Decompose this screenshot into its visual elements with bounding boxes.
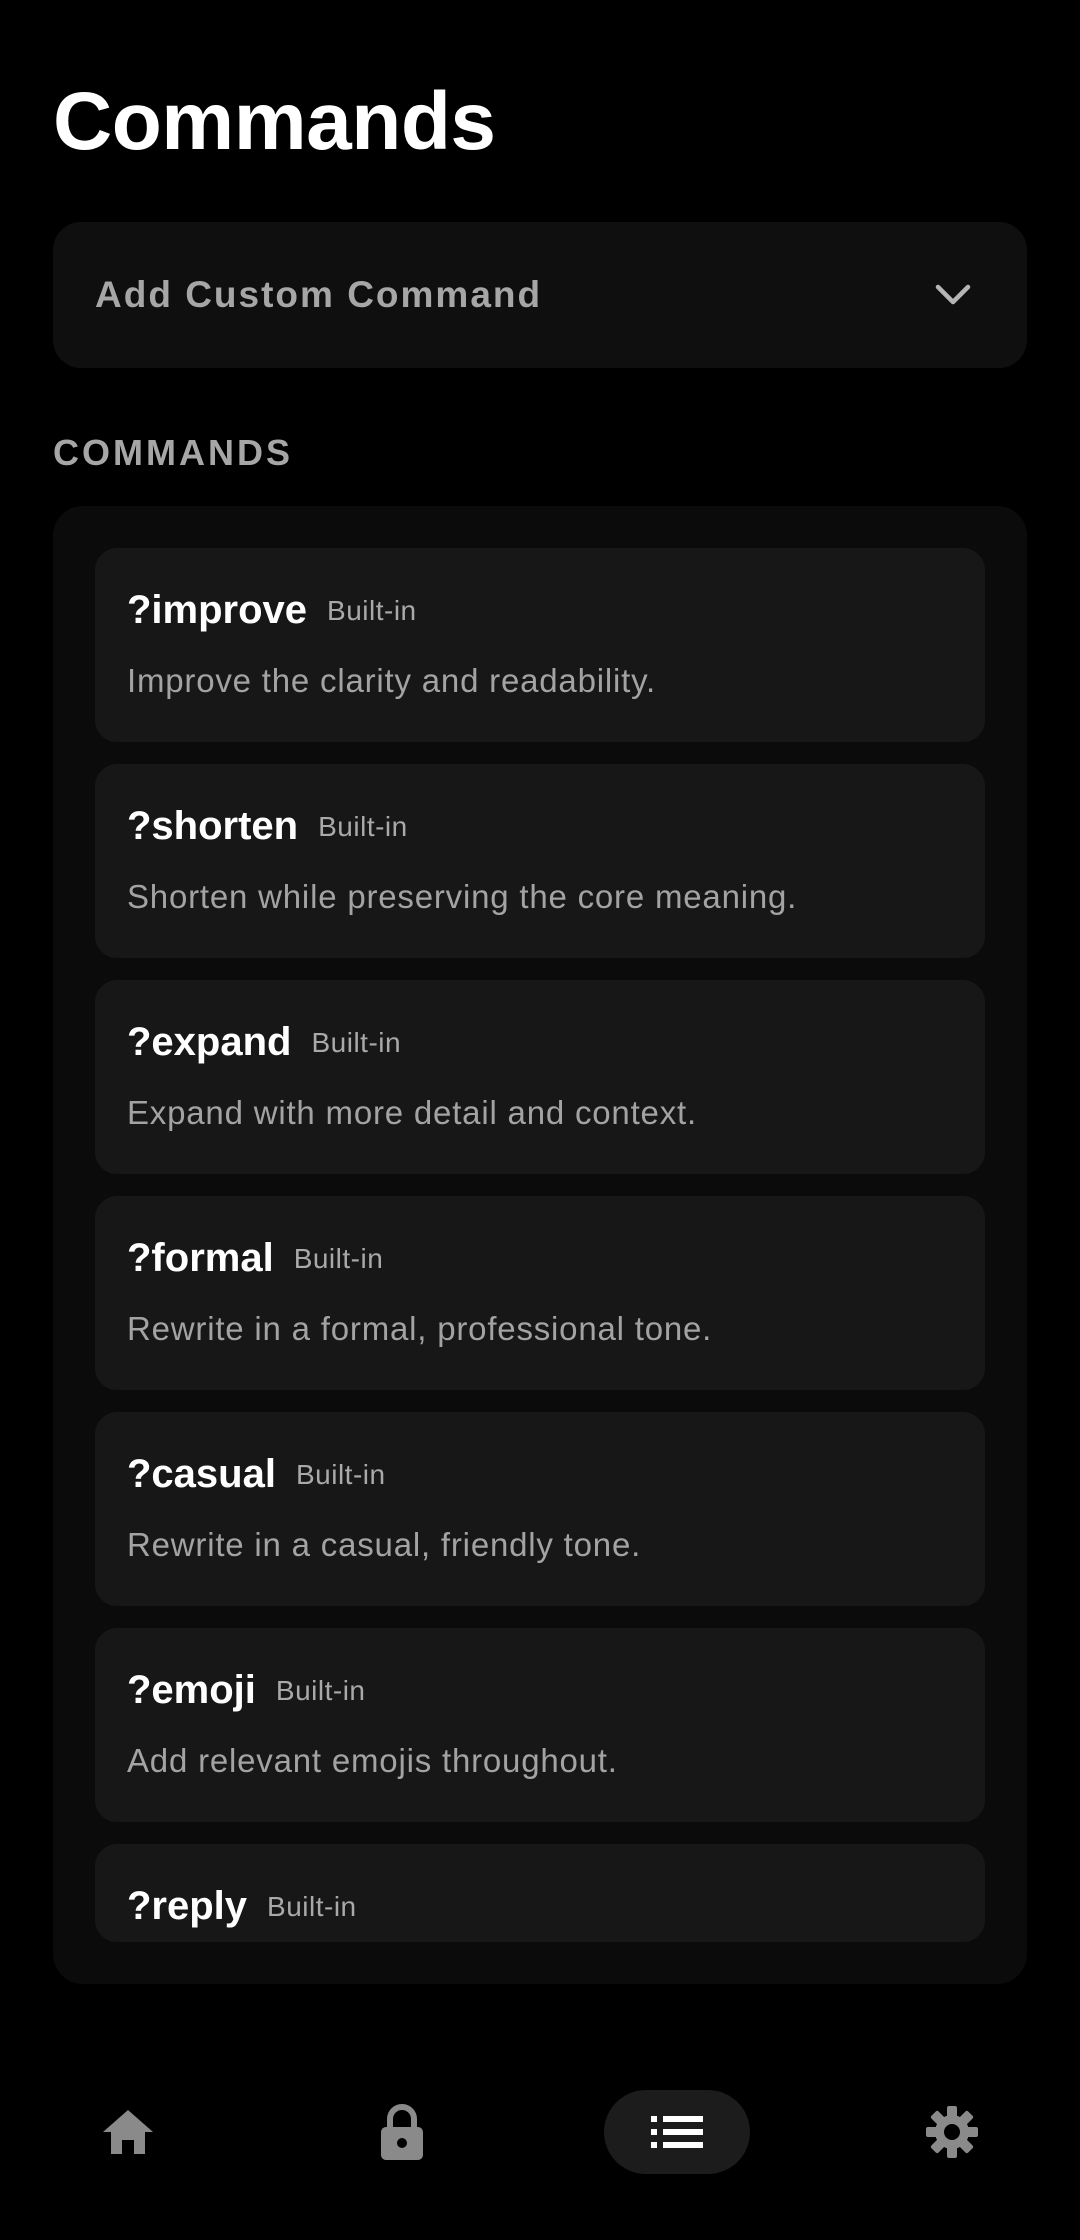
command-title: ?improve Built-in [127,584,417,637]
command-title: ?shorten Built-in [127,800,408,853]
add-custom-command-label: Add Custom Command [95,274,543,315]
built-in-badge: Built-in [275,1675,366,1706]
lock-icon [381,2104,423,2160]
chevron-down-icon [933,275,973,315]
command-card-emoji[interactable]: ?emoji Built-in Add relevant emojis throu… [95,1628,985,1822]
command-description: Expand with more detail and context. [127,1094,697,1131]
built-in-badge: Built-in [267,1891,357,1922]
command-card-formal[interactable]: ?formal Built-in Rewrite in a formal, pro… [95,1196,985,1390]
gear-icon [926,2106,978,2158]
built-in-badge: Built-in [295,1459,386,1490]
command-title: ?reply Built-in [127,1880,357,1933]
command-name: ?improve [127,588,308,632]
command-card-expand[interactable]: ?expand Built-in Expand with more detail … [95,980,985,1174]
command-name: ?emoji [127,1668,256,1712]
command-description: Rewrite in a casual, friendly tone. [127,1526,642,1563]
command-description: Improve the clarity and readability. [127,662,656,699]
command-card-casual[interactable]: ?casual Built-in Rewrite in a casual, fri… [95,1412,985,1606]
command-title: ?formal Built-in [127,1232,383,1285]
command-title: ?emoji Built-in [127,1664,366,1717]
built-in-badge: Built-in [318,811,408,842]
nav-settings-button[interactable] [896,2090,1008,2174]
nav-home-button[interactable] [72,2090,184,2174]
command-description: Add relevant emojis throughout. [127,1742,618,1779]
page-title: Commands [53,76,496,167]
command-name: ?shorten [127,804,299,848]
command-name: ?expand [127,1020,292,1064]
commands-section-header: COMMANDS [53,432,293,473]
add-custom-command-dropdown[interactable]: Add Custom Command [53,222,1027,368]
commands-list: ?improve Built-in Improve the clarity and… [53,506,1027,1984]
command-card-improve[interactable]: ?improve Built-in Improve the clarity and… [95,548,985,742]
command-description: Shorten while preserving the core meanin… [127,878,798,915]
home-icon [103,2110,153,2154]
built-in-badge: Built-in [311,1027,402,1058]
command-description: Rewrite in a formal, professional tone. [127,1310,713,1347]
command-title: ?expand Built-in [127,1016,401,1069]
list-icon [651,2116,703,2148]
built-in-badge: Built-in [327,595,417,626]
nav-commands-button[interactable] [604,2090,750,2174]
command-name: ?formal [127,1236,274,1280]
command-card-reply[interactable]: ?reply Built-in [95,1844,985,1942]
command-title: ?casual Built-in [127,1448,386,1501]
bottom-navigation [0,2080,1080,2180]
command-name: ?casual [127,1452,276,1496]
nav-lock-button[interactable] [346,2090,458,2174]
command-card-shorten[interactable]: ?shorten Built-in Shorten while preservin… [95,764,985,958]
command-name: ?reply [127,1884,248,1928]
built-in-badge: Built-in [293,1243,384,1274]
